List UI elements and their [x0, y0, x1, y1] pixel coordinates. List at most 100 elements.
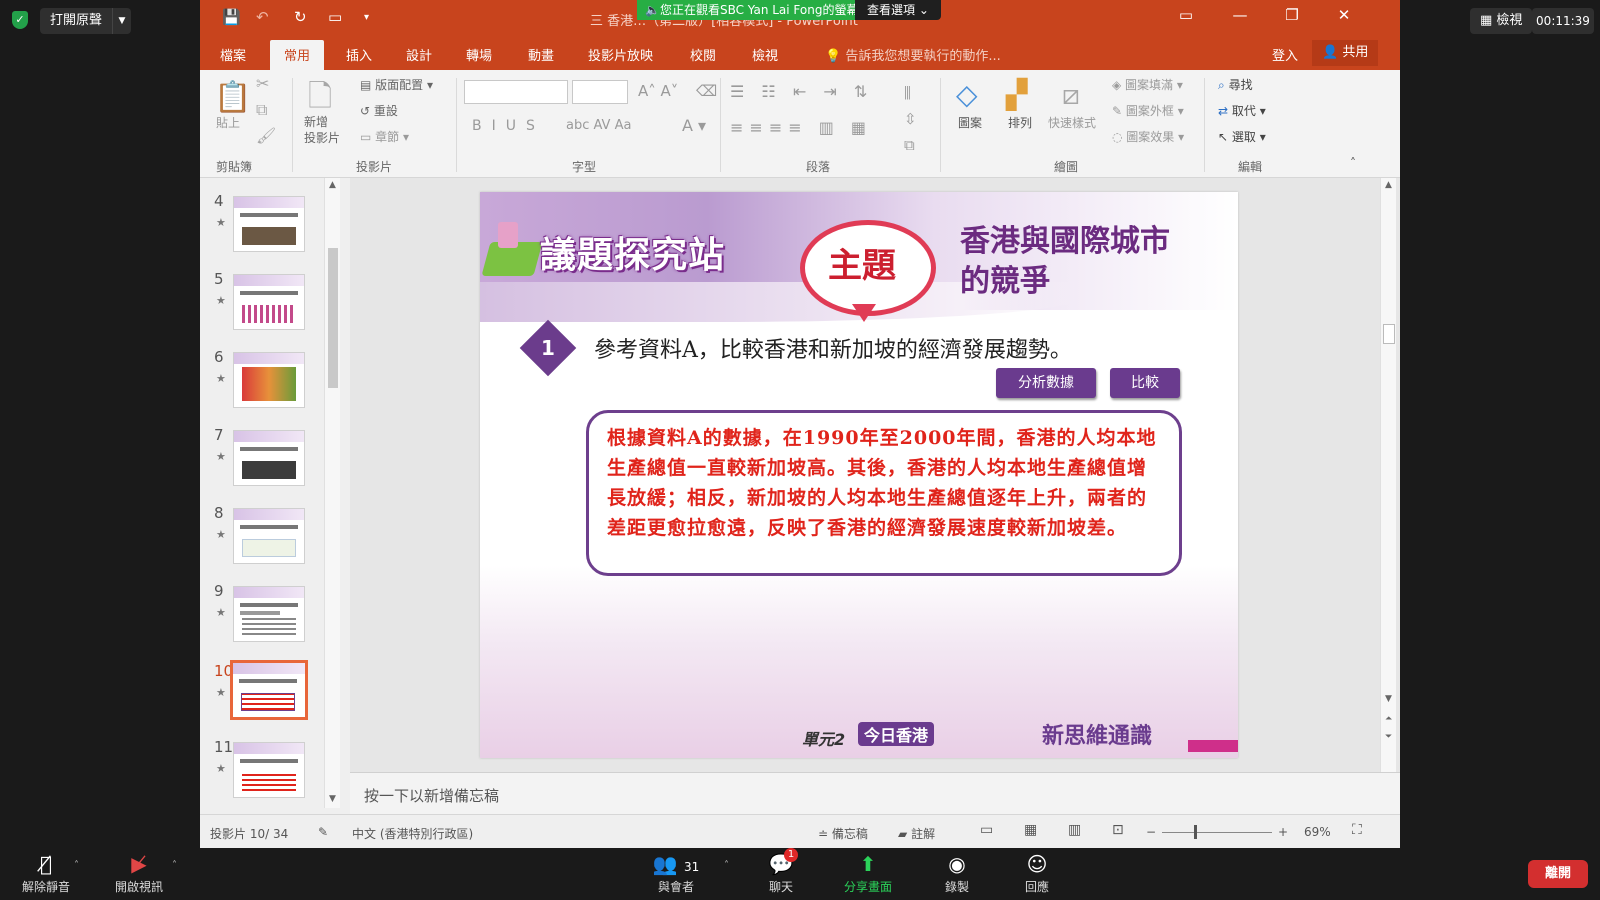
font-color-icon[interactable]: A ▾ — [682, 116, 706, 135]
layout-button[interactable]: ▤ 版面配置 ▾ — [360, 76, 433, 93]
redo-icon[interactable]: ↻ — [294, 8, 307, 26]
tab-design[interactable]: 設計 — [406, 45, 432, 64]
paste-icon[interactable]: 📋 — [214, 80, 251, 115]
spellcheck-icon[interactable]: ✎ — [318, 825, 328, 839]
slide-scrollbar[interactable]: ▲ ▼ ⏶ ⏷ — [1380, 178, 1396, 772]
security-shield-icon[interactable]: ✓ — [12, 11, 28, 29]
tell-me-box[interactable]: 💡 告訴我您想要執行的動作... — [825, 45, 1001, 64]
zoom-slider-track[interactable] — [1162, 832, 1272, 833]
scroll-up-icon[interactable]: ▲ — [1385, 180, 1392, 190]
slide-thumbnail[interactable] — [233, 430, 305, 486]
save-icon[interactable]: 💾 — [222, 8, 241, 26]
shapes-button[interactable]: 圖案 — [958, 114, 982, 131]
slide-sorter-icon[interactable]: ▦ — [1024, 822, 1037, 838]
tab-home[interactable]: 常用 — [270, 40, 325, 70]
leave-button[interactable]: 離開 — [1528, 860, 1588, 888]
participants-caret-icon[interactable]: ˄ — [724, 860, 729, 871]
slide-thumbnail[interactable] — [233, 508, 305, 564]
record-button[interactable]: ◉ 錄製 — [932, 852, 982, 895]
paste-button[interactable]: 貼上 — [216, 114, 240, 131]
tab-file[interactable]: 檔案 — [220, 45, 246, 64]
ribbon-display-options-icon[interactable]: ▭ — [1176, 6, 1196, 24]
slideshow-icon[interactable]: ⊡ — [1112, 822, 1124, 838]
reset-button[interactable]: ↺ 重設 — [360, 102, 398, 119]
scroll-thumb[interactable] — [1383, 324, 1395, 344]
zoom-in-icon[interactable]: + — [1278, 825, 1288, 839]
font-name-field[interactable] — [464, 80, 568, 104]
restore-icon[interactable]: ❐ — [1282, 6, 1302, 24]
shape-fill-button[interactable]: ◈ 圖案填滿 ▾ — [1112, 76, 1183, 93]
slide-thumbnail[interactable] — [233, 742, 305, 798]
zoom-slider-thumb[interactable] — [1194, 825, 1197, 839]
new-slide-button[interactable]: 新增 投影片 — [304, 114, 340, 146]
view-options-button[interactable]: 查看選項 ⌄ — [855, 0, 941, 20]
slide-thumbnail[interactable] — [233, 274, 305, 330]
format-painter-icon[interactable]: 🖌 — [256, 126, 276, 145]
audio-options-caret-icon[interactable]: ˄ — [74, 860, 79, 871]
fit-to-window-icon[interactable]: ⛶ — [1352, 822, 1362, 838]
slide-thumbnail[interactable] — [233, 196, 305, 252]
share-button[interactable]: 👤 共用 — [1312, 40, 1379, 66]
shape-outline-button[interactable]: ✎ 圖案外框 ▾ — [1112, 102, 1184, 119]
font-effect-buttons[interactable]: abc AV Aa — [566, 118, 631, 133]
comments-toggle[interactable]: ▰ 註解 — [898, 825, 935, 842]
minimize-icon[interactable]: — — [1230, 6, 1250, 24]
previous-slide-icon[interactable]: ⏶ — [1385, 714, 1392, 724]
tab-view[interactable]: 檢視 — [752, 45, 778, 64]
chat-button[interactable]: 💬 聊天 — [756, 852, 806, 895]
start-from-beginning-icon[interactable]: ▭ — [328, 8, 342, 26]
zoom-out-icon[interactable]: − — [1146, 825, 1156, 839]
font-size-buttons[interactable]: A˄ A˅ — [638, 82, 678, 100]
arrange-icon[interactable]: ▞ — [1006, 78, 1028, 111]
unmute-button[interactable]: 🎙̸ 解除靜音 — [16, 852, 76, 895]
notes-pane[interactable]: 按一下以新增備忘稿 — [350, 772, 1400, 814]
slide-thumbnail-selected[interactable] — [230, 660, 308, 720]
cut-icon[interactable]: ✂ — [256, 74, 269, 93]
thumbnail-scrollbar[interactable]: ▲ ▼ — [324, 178, 340, 808]
share-screen-button[interactable]: ⬆ 分享畫面 — [836, 852, 900, 895]
language-indicator[interactable]: 中文 (香港特別行政區) — [352, 825, 473, 842]
notes-placeholder[interactable]: 按一下以新增備忘稿 — [364, 785, 499, 806]
scroll-thumb[interactable] — [328, 248, 338, 388]
reading-view-icon[interactable]: ▥ — [1068, 822, 1081, 838]
slide-canvas[interactable]: 議題探究站 主題 香港與國際城市 的競爭 1 參考資料A，比較香港和新加坡的經濟… — [480, 192, 1238, 758]
undo-icon[interactable]: ↶ — [256, 8, 269, 26]
next-slide-icon[interactable]: ⏷ — [1385, 732, 1392, 742]
answer-box[interactable]: 根據資料A的數據，在1990年至2000年間，香港的人均本地生產總值一直較新加坡… — [586, 410, 1182, 576]
tab-animations[interactable]: 動畫 — [528, 45, 554, 64]
tab-insert[interactable]: 插入 — [346, 45, 372, 64]
view-button[interactable]: ▦ 檢視 — [1470, 8, 1533, 34]
quick-styles-button[interactable]: 快速樣式 — [1048, 114, 1096, 131]
scroll-down-icon[interactable]: ▼ — [1385, 694, 1392, 704]
tab-slide-show[interactable]: 投影片放映 — [588, 45, 653, 64]
replace-button[interactable]: ⇄ 取代 ▾ — [1218, 102, 1266, 119]
section-button[interactable]: ▭ 章節 ▾ — [360, 128, 409, 145]
normal-view-icon[interactable]: ▭ — [980, 822, 993, 838]
text-direction-icons[interactable]: ⫼ ⇳ ⧉ — [904, 80, 917, 158]
notes-toggle[interactable]: ≐ 備忘稿 — [818, 825, 868, 842]
reactions-button[interactable]: ☺ 回應 — [1012, 852, 1062, 895]
tab-review[interactable]: 校閱 — [690, 45, 716, 64]
collapse-ribbon-icon[interactable]: ˄ — [1350, 156, 1356, 170]
analyze-data-button[interactable]: 分析數據 — [996, 368, 1096, 398]
shapes-icon[interactable]: ◇ — [956, 78, 978, 111]
scroll-up-icon[interactable]: ▲ — [329, 180, 336, 190]
original-sound-button[interactable]: 打開原聲 ▼ — [40, 8, 132, 34]
slide-thumbnail[interactable] — [233, 352, 305, 408]
clear-formatting-icon[interactable]: ⌫ — [696, 82, 717, 100]
close-icon[interactable]: ✕ — [1334, 6, 1354, 24]
participants-button[interactable]: 👥 31 與會者 — [646, 852, 706, 895]
slide-thumbnail[interactable] — [233, 586, 305, 642]
shape-effects-button[interactable]: ◌ 圖案效果 ▾ — [1112, 128, 1184, 145]
chevron-down-icon[interactable]: ▼ — [113, 16, 131, 26]
compare-button[interactable]: 比較 — [1110, 368, 1180, 398]
font-style-buttons[interactable]: BIUS — [472, 118, 545, 134]
tab-transitions[interactable]: 轉場 — [466, 45, 492, 64]
zoom-level[interactable]: 69% — [1304, 825, 1331, 839]
font-size-field[interactable] — [572, 80, 628, 104]
align-buttons[interactable]: ≡≡≡≡ ▥ ▦ — [730, 118, 872, 137]
customize-qat-icon[interactable]: ▾ — [364, 12, 369, 23]
arrange-button[interactable]: 排列 — [1008, 114, 1032, 131]
list-buttons[interactable]: ☰ ☷ ⇤ ⇥ ⇅ — [730, 82, 873, 101]
quick-styles-icon[interactable]: ⧄ — [1062, 78, 1080, 112]
